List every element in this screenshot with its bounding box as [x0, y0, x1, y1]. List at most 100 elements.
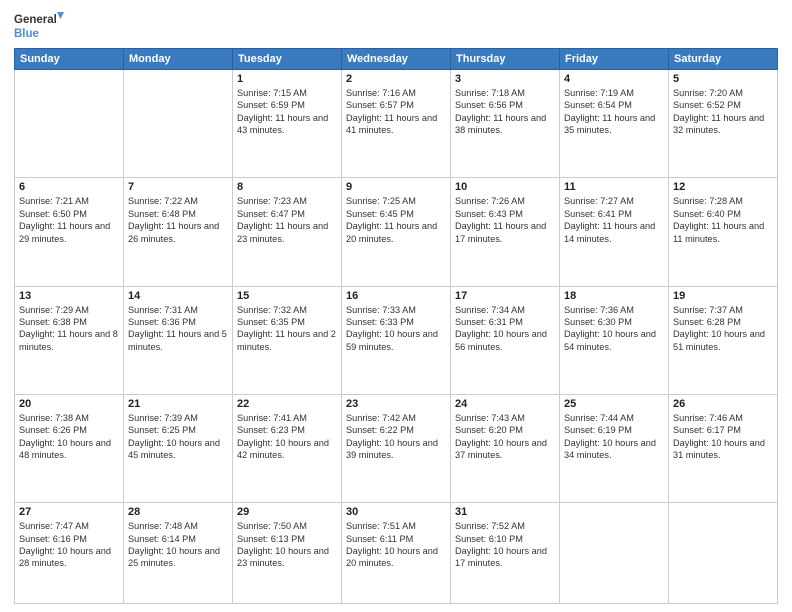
cell-text: Sunrise: 7:38 AMSunset: 6:26 PMDaylight:… [19, 413, 111, 460]
cell-text: Sunrise: 7:16 AMSunset: 6:57 PMDaylight:… [346, 88, 437, 135]
calendar-cell: 12 Sunrise: 7:28 AMSunset: 6:40 PMDaylig… [669, 178, 778, 286]
weekday-saturday: Saturday [669, 49, 778, 70]
week-row-2: 13 Sunrise: 7:29 AMSunset: 6:38 PMDaylig… [15, 286, 778, 394]
week-row-0: 1 Sunrise: 7:15 AMSunset: 6:59 PMDayligh… [15, 70, 778, 178]
calendar-cell [15, 70, 124, 178]
calendar-cell: 20 Sunrise: 7:38 AMSunset: 6:26 PMDaylig… [15, 394, 124, 502]
cell-text: Sunrise: 7:47 AMSunset: 6:16 PMDaylight:… [19, 521, 111, 568]
calendar-cell: 17 Sunrise: 7:34 AMSunset: 6:31 PMDaylig… [451, 286, 560, 394]
day-number: 20 [19, 398, 119, 410]
calendar-cell: 10 Sunrise: 7:26 AMSunset: 6:43 PMDaylig… [451, 178, 560, 286]
calendar-body: 1 Sunrise: 7:15 AMSunset: 6:59 PMDayligh… [15, 70, 778, 604]
day-number: 21 [128, 398, 228, 410]
calendar-cell: 9 Sunrise: 7:25 AMSunset: 6:45 PMDayligh… [342, 178, 451, 286]
cell-text: Sunrise: 7:21 AMSunset: 6:50 PMDaylight:… [19, 196, 110, 243]
calendar-cell: 27 Sunrise: 7:47 AMSunset: 6:16 PMDaylig… [15, 503, 124, 604]
day-number: 3 [455, 73, 555, 85]
cell-text: Sunrise: 7:50 AMSunset: 6:13 PMDaylight:… [237, 521, 329, 568]
calendar-cell: 31 Sunrise: 7:52 AMSunset: 6:10 PMDaylig… [451, 503, 560, 604]
cell-text: Sunrise: 7:43 AMSunset: 6:20 PMDaylight:… [455, 413, 547, 460]
day-number: 29 [237, 506, 337, 518]
day-number: 25 [564, 398, 664, 410]
calendar-cell [669, 503, 778, 604]
day-number: 19 [673, 290, 773, 302]
day-number: 16 [346, 290, 446, 302]
calendar-cell: 24 Sunrise: 7:43 AMSunset: 6:20 PMDaylig… [451, 394, 560, 502]
calendar-cell: 8 Sunrise: 7:23 AMSunset: 6:47 PMDayligh… [233, 178, 342, 286]
cell-text: Sunrise: 7:32 AMSunset: 6:35 PMDaylight:… [237, 305, 336, 352]
cell-text: Sunrise: 7:18 AMSunset: 6:56 PMDaylight:… [455, 88, 546, 135]
svg-text:General: General [14, 14, 57, 26]
calendar-cell: 14 Sunrise: 7:31 AMSunset: 6:36 PMDaylig… [124, 286, 233, 394]
day-number: 7 [128, 181, 228, 193]
week-row-1: 6 Sunrise: 7:21 AMSunset: 6:50 PMDayligh… [15, 178, 778, 286]
calendar-cell: 18 Sunrise: 7:36 AMSunset: 6:30 PMDaylig… [560, 286, 669, 394]
cell-text: Sunrise: 7:19 AMSunset: 6:54 PMDaylight:… [564, 88, 655, 135]
cell-text: Sunrise: 7:31 AMSunset: 6:36 PMDaylight:… [128, 305, 227, 352]
day-number: 1 [237, 73, 337, 85]
day-number: 23 [346, 398, 446, 410]
cell-text: Sunrise: 7:39 AMSunset: 6:25 PMDaylight:… [128, 413, 220, 460]
calendar-cell [124, 70, 233, 178]
weekday-thursday: Thursday [451, 49, 560, 70]
cell-text: Sunrise: 7:41 AMSunset: 6:23 PMDaylight:… [237, 413, 329, 460]
cell-text: Sunrise: 7:25 AMSunset: 6:45 PMDaylight:… [346, 196, 437, 243]
calendar-cell: 16 Sunrise: 7:33 AMSunset: 6:33 PMDaylig… [342, 286, 451, 394]
day-number: 31 [455, 506, 555, 518]
day-number: 24 [455, 398, 555, 410]
calendar-cell: 6 Sunrise: 7:21 AMSunset: 6:50 PMDayligh… [15, 178, 124, 286]
cell-text: Sunrise: 7:51 AMSunset: 6:11 PMDaylight:… [346, 521, 438, 568]
calendar-cell: 11 Sunrise: 7:27 AMSunset: 6:41 PMDaylig… [560, 178, 669, 286]
calendar-table: SundayMondayTuesdayWednesdayThursdayFrid… [14, 48, 778, 604]
cell-text: Sunrise: 7:46 AMSunset: 6:17 PMDaylight:… [673, 413, 765, 460]
weekday-monday: Monday [124, 49, 233, 70]
calendar-cell: 15 Sunrise: 7:32 AMSunset: 6:35 PMDaylig… [233, 286, 342, 394]
calendar-cell: 1 Sunrise: 7:15 AMSunset: 6:59 PMDayligh… [233, 70, 342, 178]
day-number: 26 [673, 398, 773, 410]
week-row-4: 27 Sunrise: 7:47 AMSunset: 6:16 PMDaylig… [15, 503, 778, 604]
cell-text: Sunrise: 7:34 AMSunset: 6:31 PMDaylight:… [455, 305, 547, 352]
day-number: 22 [237, 398, 337, 410]
cell-text: Sunrise: 7:23 AMSunset: 6:47 PMDaylight:… [237, 196, 328, 243]
cell-text: Sunrise: 7:20 AMSunset: 6:52 PMDaylight:… [673, 88, 764, 135]
day-number: 10 [455, 181, 555, 193]
cell-text: Sunrise: 7:27 AMSunset: 6:41 PMDaylight:… [564, 196, 655, 243]
day-number: 12 [673, 181, 773, 193]
calendar-cell: 19 Sunrise: 7:37 AMSunset: 6:28 PMDaylig… [669, 286, 778, 394]
calendar-cell: 29 Sunrise: 7:50 AMSunset: 6:13 PMDaylig… [233, 503, 342, 604]
day-number: 6 [19, 181, 119, 193]
logo: General Blue [14, 10, 64, 42]
day-number: 13 [19, 290, 119, 302]
cell-text: Sunrise: 7:42 AMSunset: 6:22 PMDaylight:… [346, 413, 438, 460]
cell-text: Sunrise: 7:15 AMSunset: 6:59 PMDaylight:… [237, 88, 328, 135]
cell-text: Sunrise: 7:33 AMSunset: 6:33 PMDaylight:… [346, 305, 438, 352]
day-number: 14 [128, 290, 228, 302]
week-row-3: 20 Sunrise: 7:38 AMSunset: 6:26 PMDaylig… [15, 394, 778, 502]
day-number: 2 [346, 73, 446, 85]
calendar-cell: 21 Sunrise: 7:39 AMSunset: 6:25 PMDaylig… [124, 394, 233, 502]
cell-text: Sunrise: 7:37 AMSunset: 6:28 PMDaylight:… [673, 305, 765, 352]
cell-text: Sunrise: 7:28 AMSunset: 6:40 PMDaylight:… [673, 196, 764, 243]
day-number: 27 [19, 506, 119, 518]
weekday-tuesday: Tuesday [233, 49, 342, 70]
day-number: 8 [237, 181, 337, 193]
calendar-cell: 23 Sunrise: 7:42 AMSunset: 6:22 PMDaylig… [342, 394, 451, 502]
day-number: 18 [564, 290, 664, 302]
cell-text: Sunrise: 7:52 AMSunset: 6:10 PMDaylight:… [455, 521, 547, 568]
day-number: 17 [455, 290, 555, 302]
calendar-cell: 25 Sunrise: 7:44 AMSunset: 6:19 PMDaylig… [560, 394, 669, 502]
calendar-cell: 28 Sunrise: 7:48 AMSunset: 6:14 PMDaylig… [124, 503, 233, 604]
calendar-cell: 5 Sunrise: 7:20 AMSunset: 6:52 PMDayligh… [669, 70, 778, 178]
day-number: 11 [564, 181, 664, 193]
calendar-page: General Blue SundayMondayTuesdayWednesda… [0, 0, 792, 612]
day-number: 15 [237, 290, 337, 302]
svg-text:Blue: Blue [14, 28, 39, 40]
calendar-cell: 22 Sunrise: 7:41 AMSunset: 6:23 PMDaylig… [233, 394, 342, 502]
weekday-sunday: Sunday [15, 49, 124, 70]
logo-svg: General Blue [14, 10, 64, 42]
calendar-cell: 2 Sunrise: 7:16 AMSunset: 6:57 PMDayligh… [342, 70, 451, 178]
cell-text: Sunrise: 7:26 AMSunset: 6:43 PMDaylight:… [455, 196, 546, 243]
calendar-cell [560, 503, 669, 604]
calendar-cell: 30 Sunrise: 7:51 AMSunset: 6:11 PMDaylig… [342, 503, 451, 604]
day-number: 28 [128, 506, 228, 518]
